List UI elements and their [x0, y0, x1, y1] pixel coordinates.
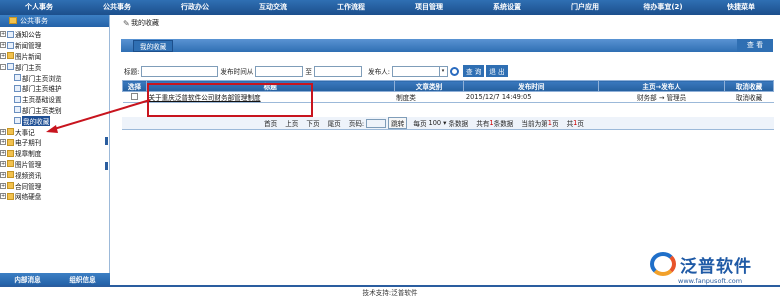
logo-mark-icon — [650, 252, 676, 276]
logo-name: 泛普软件 — [680, 257, 752, 277]
footer: 技术支持:泛普软件 — [0, 287, 780, 300]
logo: 泛普软件 www.fanpusoft.com — [650, 250, 775, 290]
logo-url: www.fanpusoft.com — [678, 277, 743, 285]
